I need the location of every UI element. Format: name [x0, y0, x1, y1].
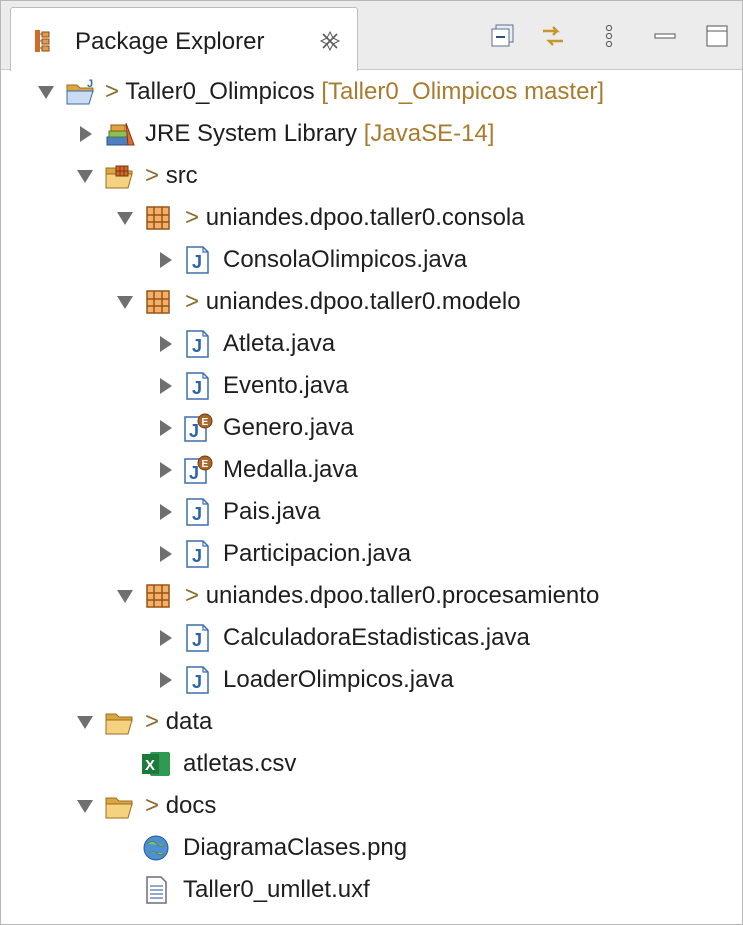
file-label: Participacion.java [223, 540, 412, 567]
collapse-all-icon[interactable] [490, 23, 516, 49]
git-dirty-marker: > [185, 582, 200, 609]
view-title: Package Explorer [75, 28, 265, 55]
chevron-right-icon[interactable] [154, 543, 176, 565]
chevron-right-icon[interactable] [154, 375, 176, 397]
file-label: LoaderOlimpicos.java [223, 666, 454, 693]
git-dirty-marker: > [145, 792, 160, 819]
chevron-down-icon[interactable] [74, 165, 96, 187]
tree-item-jre[interactable]: JRE System Library [JavaSE-14] [1, 113, 742, 155]
file-label: CalculadoraEstadisticas.java [223, 624, 530, 651]
jre-version-decoration: [JavaSE-14] [363, 120, 495, 147]
java-file-icon [181, 329, 213, 359]
java-file-icon [181, 539, 213, 569]
tab-package-explorer[interactable]: Package Explorer [10, 7, 358, 71]
package-explorer-view: Package Explorer > Taller0_Olimpicos [Ta… [0, 0, 743, 925]
file-label: Pais.java [223, 498, 321, 525]
java-file-icon [181, 497, 213, 527]
library-icon [104, 119, 136, 149]
package-label: uniandes.dpoo.taller0.modelo [205, 288, 521, 315]
close-icon[interactable] [319, 30, 341, 52]
chevron-down-icon[interactable] [35, 81, 57, 103]
tree-item-file[interactable]: CalculadoraEstadisticas.java [1, 617, 742, 659]
tree-item-file[interactable]: ConsolaOlimpicos.java [1, 239, 742, 281]
java-file-icon [181, 245, 213, 275]
package-icon [142, 581, 174, 611]
tree-item-folder-data[interactable]: > data [1, 701, 742, 743]
package-icon [142, 287, 174, 317]
file-label: Genero.java [223, 414, 354, 441]
git-dirty-marker: > [105, 78, 120, 105]
git-dirty-marker: > [185, 288, 200, 315]
chevron-right-icon[interactable] [154, 333, 176, 355]
tree-item-file[interactable]: LoaderOlimpicos.java [1, 659, 742, 701]
java-file-icon [181, 623, 213, 653]
tree-item-package-modelo[interactable]: > uniandes.dpoo.taller0.modelo [1, 281, 742, 323]
tree-item-package-consola[interactable]: > uniandes.dpoo.taller0.consola [1, 197, 742, 239]
chevron-down-icon[interactable] [114, 585, 136, 607]
project-label: Taller0_Olimpicos [125, 78, 315, 105]
file-label: Evento.java [223, 372, 349, 399]
tree-item-file[interactable]: Genero.java [1, 407, 742, 449]
file-label: Medalla.java [223, 456, 358, 483]
tree-item-file[interactable]: Participacion.java [1, 533, 742, 575]
view-tab-bar: Package Explorer [1, 1, 742, 71]
excel-file-icon [140, 749, 172, 779]
tree-item-file[interactable]: Atleta.java [1, 323, 742, 365]
minimize-icon[interactable] [652, 23, 678, 49]
git-branch-decoration: [Taller0_Olimpicos master] [321, 78, 605, 105]
package-label: uniandes.dpoo.taller0.consola [205, 204, 525, 231]
chevron-right-icon[interactable] [154, 669, 176, 691]
folder-icon [104, 707, 136, 737]
folder-label: data [165, 708, 213, 735]
chevron-right-icon[interactable] [154, 417, 176, 439]
tree-item-file[interactable]: Evento.java [1, 365, 742, 407]
folder-label: docs [165, 792, 217, 819]
chevron-right-icon[interactable] [154, 459, 176, 481]
tree-item-src[interactable]: > src [1, 155, 742, 197]
file-label: Taller0_umllet.uxf [183, 876, 370, 903]
view-menu-icon[interactable] [596, 23, 622, 49]
file-label: ConsolaOlimpicos.java [223, 246, 468, 273]
git-dirty-marker: > [145, 162, 160, 189]
package-label: uniandes.dpoo.taller0.procesamiento [205, 582, 600, 609]
file-label: Atleta.java [223, 330, 336, 357]
image-file-icon [140, 833, 172, 863]
package-icon [142, 203, 174, 233]
tree-item-file[interactable]: DiagramaClases.png [1, 827, 742, 869]
tree-item-file[interactable]: Pais.java [1, 491, 742, 533]
java-file-icon [181, 371, 213, 401]
chevron-right-icon[interactable] [154, 627, 176, 649]
chevron-down-icon[interactable] [74, 795, 96, 817]
tree-item-file[interactable]: Taller0_umllet.uxf [1, 869, 742, 911]
source-folder-icon [104, 161, 136, 191]
folder-icon [104, 791, 136, 821]
tree-item-folder-docs[interactable]: > docs [1, 785, 742, 827]
tree-item-file[interactable]: Medalla.java [1, 449, 742, 491]
git-dirty-marker: > [185, 204, 200, 231]
chevron-right-icon[interactable] [154, 249, 176, 271]
chevron-right-icon[interactable] [154, 501, 176, 523]
java-file-icon [181, 665, 213, 695]
java-enum-file-icon [181, 413, 213, 443]
java-project-icon [65, 77, 97, 107]
java-enum-file-icon [181, 455, 213, 485]
file-label: atletas.csv [183, 750, 297, 777]
maximize-icon[interactable] [704, 23, 730, 49]
git-dirty-marker: > [145, 708, 160, 735]
src-label: src [165, 162, 198, 189]
tree-item-file[interactable]: atletas.csv [1, 743, 742, 785]
text-file-icon [140, 875, 172, 905]
chevron-down-icon[interactable] [114, 291, 136, 313]
chevron-down-icon[interactable] [114, 207, 136, 229]
package-explorer-icon [35, 30, 50, 52]
jre-label: JRE System Library [145, 120, 358, 147]
tree-item-package-procesamiento[interactable]: > uniandes.dpoo.taller0.procesamiento [1, 575, 742, 617]
link-with-editor-icon[interactable] [540, 23, 566, 49]
tree-item-project[interactable]: > Taller0_Olimpicos [Taller0_Olimpicos m… [1, 71, 742, 113]
chevron-down-icon[interactable] [74, 711, 96, 733]
file-label: DiagramaClases.png [183, 834, 408, 861]
chevron-right-icon[interactable] [74, 123, 96, 145]
